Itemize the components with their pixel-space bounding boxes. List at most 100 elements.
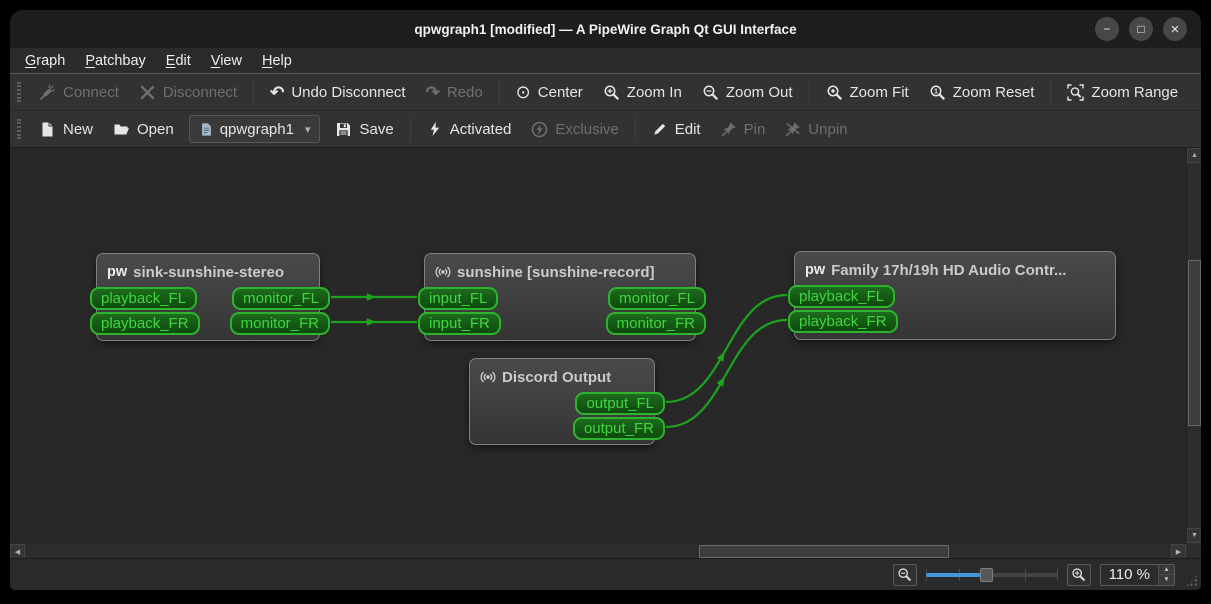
- port-row: input_FR monitor_FR: [418, 312, 706, 335]
- zoom-range-button[interactable]: Zoom Range: [1058, 78, 1187, 106]
- node-title: sink-sunshine-stereo: [133, 263, 285, 281]
- port-row: playback_FL monitor_FL: [90, 287, 330, 310]
- patchbay-file-dropdown[interactable]: qpwgraph1 ▾: [188, 115, 321, 143]
- port-row: playback_FR monitor_FR: [90, 312, 330, 335]
- window-title: qpwgraph1 [modified] — A PipeWire Graph …: [414, 21, 797, 37]
- zoom-reset-button[interactable]: 1 Zoom Reset: [920, 78, 1044, 106]
- statusbar-zoom-in-button[interactable]: [1066, 563, 1091, 586]
- zoom-out-icon: [702, 84, 719, 101]
- redo-button[interactable]: ↷ Redo: [417, 78, 492, 106]
- port-sunshine-monitor_FL[interactable]: monitor_FL: [608, 287, 706, 310]
- scroll-left-button[interactable]: ◀: [10, 544, 25, 558]
- node-sink-sunshine-stereo[interactable]: pw sink-sunshine-stereo playback_FL monitor…: [90, 253, 330, 341]
- disconnect-button[interactable]: Disconnect: [130, 78, 246, 106]
- zoom-percent-spinbox[interactable]: 110 % ▲ ▼: [1099, 563, 1175, 586]
- toolbar-separator: [498, 80, 500, 104]
- port-sunshine-input_FR[interactable]: input_FR: [418, 312, 501, 335]
- menu-edit[interactable]: Edit: [157, 51, 200, 71]
- maximize-button[interactable]: □: [1129, 17, 1153, 41]
- screen: qpwgraph1 [modified] — A PipeWire Graph …: [0, 0, 1211, 604]
- center-button[interactable]: ⊙ Center: [507, 78, 592, 106]
- disconnect-icon: [139, 84, 156, 101]
- exclusive-button[interactable]: Exclusive: [522, 115, 627, 143]
- port-sink-sunshine-stereo-monitor_FR[interactable]: monitor_FR: [229, 312, 330, 335]
- edit-button[interactable]: Edit: [643, 115, 710, 143]
- redo-icon: ↷: [425, 82, 440, 102]
- node-discord-output[interactable]: Discord Output output_FL output_FR: [469, 358, 665, 445]
- statusbar-zoom-out-button[interactable]: [892, 563, 917, 586]
- new-file-icon: [39, 121, 56, 138]
- port-sink-sunshine-stereo-playback_FR[interactable]: playback_FR: [90, 312, 200, 335]
- menu-help[interactable]: Help: [253, 51, 301, 71]
- scroll-down-button[interactable]: ▼: [1187, 528, 1201, 543]
- node-sunshine[interactable]: sunshine [sunshine-record] input_FL monito…: [418, 253, 706, 341]
- port-family-hd-audio-playback_FR[interactable]: playback_FR: [788, 310, 898, 333]
- pin-icon: [721, 121, 737, 137]
- pin-button[interactable]: Pin: [712, 115, 775, 143]
- menubar: Graph Patchbay Edit View Help: [10, 48, 1201, 74]
- pipewire-icon: pw: [805, 262, 826, 278]
- node-family-hd-audio[interactable]: pw Family 17h/19h HD Audio Contr... playba…: [788, 251, 1116, 340]
- chevron-down-icon: ▾: [304, 123, 311, 136]
- open-button[interactable]: Open: [104, 115, 183, 143]
- close-button[interactable]: ×: [1163, 17, 1187, 41]
- graph-canvas[interactable]: pw sink-sunshine-stereo playback_FL monitor…: [10, 148, 1201, 558]
- menu-graph[interactable]: Graph: [16, 51, 74, 71]
- resize-grip[interactable]: [1185, 574, 1198, 587]
- port-sunshine-monitor_FR[interactable]: monitor_FR: [605, 312, 706, 335]
- new-button[interactable]: New: [30, 115, 102, 143]
- zoom-fit-button[interactable]: Zoom Fit: [817, 78, 918, 106]
- toolbar-separator: [1050, 80, 1052, 104]
- vertical-scrollbar[interactable]: ▲ ▼: [1186, 148, 1201, 543]
- zoom-slider[interactable]: [925, 566, 1058, 584]
- activated-button[interactable]: Activated: [418, 115, 521, 143]
- toolbar-separator: [409, 117, 411, 141]
- undo-button[interactable]: ↶ Undo Disconnect: [261, 78, 414, 106]
- horizontal-scrollbar[interactable]: ◀ ▶: [10, 543, 1186, 558]
- unpin-button[interactable]: Unpin: [776, 115, 856, 143]
- save-icon: [335, 121, 352, 138]
- toolbar-drag-handle[interactable]: [17, 82, 21, 102]
- zoom-out-icon: [897, 567, 912, 582]
- port-row: input_FL monitor_FL: [418, 287, 706, 310]
- port-row: playback_FR: [788, 310, 1115, 333]
- horizontal-scrollbar-thumb[interactable]: [699, 545, 949, 558]
- stream-broadcast-icon: [480, 369, 496, 385]
- node-title: Discord Output: [502, 368, 612, 386]
- zoom-reset-icon: 1: [929, 84, 946, 101]
- port-discord-output-output_FL[interactable]: output_FL: [575, 392, 665, 415]
- center-icon: ⊙: [515, 82, 531, 102]
- zoom-out-button[interactable]: Zoom Out: [693, 78, 802, 106]
- zoom-in-button[interactable]: Zoom In: [594, 78, 691, 106]
- toolbar-drag-handle[interactable]: [17, 119, 21, 139]
- minimize-icon: −: [1103, 22, 1111, 36]
- save-button[interactable]: Save: [326, 115, 402, 143]
- minimize-button[interactable]: −: [1095, 17, 1119, 41]
- port-sunshine-input_FL[interactable]: input_FL: [418, 287, 499, 310]
- port-sink-sunshine-stereo-monitor_FL[interactable]: monitor_FL: [232, 287, 330, 310]
- toolbar-separator: [253, 80, 255, 104]
- spin-up-button[interactable]: ▲: [1159, 564, 1174, 575]
- port-row: playback_FL: [788, 285, 1115, 308]
- nodes-layer: pw sink-sunshine-stereo playback_FL monitor…: [10, 148, 1201, 558]
- toolbar-separator: [808, 80, 810, 104]
- titlebar: qpwgraph1 [modified] — A PipeWire Graph …: [10, 10, 1201, 48]
- window-controls: − □ ×: [1095, 17, 1187, 41]
- port-row: output_FL: [470, 392, 665, 415]
- port-sink-sunshine-stereo-playback_FL[interactable]: playback_FL: [90, 287, 198, 310]
- spin-down-button[interactable]: ▼: [1159, 575, 1174, 585]
- menu-patchbay[interactable]: Patchbay: [76, 51, 154, 71]
- zoom-slider-handle[interactable]: [979, 567, 993, 582]
- scroll-up-button[interactable]: ▲: [1187, 148, 1201, 163]
- menu-view[interactable]: View: [202, 51, 251, 71]
- scroll-left-icon: ◀: [14, 548, 21, 556]
- zoom-range-icon: [1067, 83, 1085, 101]
- toolbar-separator: [634, 117, 636, 141]
- port-family-hd-audio-playback_FL[interactable]: playback_FL: [788, 285, 896, 308]
- connect-button[interactable]: Connect: [30, 78, 128, 106]
- open-folder-icon: [113, 121, 130, 138]
- vertical-scrollbar-thumb[interactable]: [1188, 260, 1201, 426]
- port-discord-output-output_FR[interactable]: output_FR: [572, 417, 665, 440]
- zoom-in-icon: [603, 84, 620, 101]
- scroll-right-button[interactable]: ▶: [1171, 544, 1186, 558]
